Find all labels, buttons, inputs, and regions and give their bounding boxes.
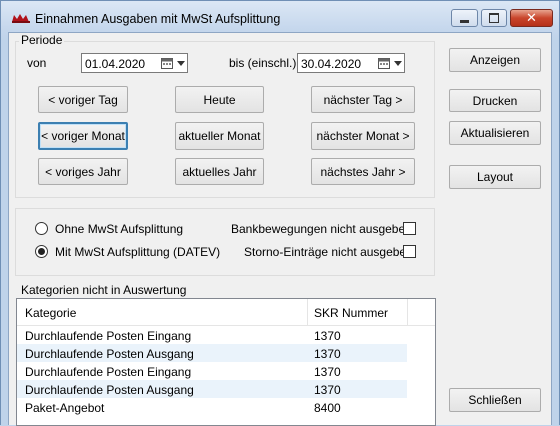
- column-separator: [407, 299, 408, 325]
- naechster-tag-button[interactable]: nächster Tag >: [311, 86, 415, 113]
- bis-date-picker[interactable]: 30.04.2020: [297, 53, 405, 73]
- dialog-client-area: Periode von 01.04.2020 bis (einschl.) 30…: [8, 32, 552, 426]
- kategorie-cell: Durchlaufende Posten Ausgang: [25, 383, 194, 397]
- app-window: Einnahmen Ausgaben mit MwSt Aufsplittung…: [0, 0, 560, 426]
- skr-nummer-cell: 1370: [314, 383, 341, 397]
- drucken-button[interactable]: Drucken: [449, 89, 541, 112]
- bankbewegungen-label[interactable]: Bankbewegungen nicht ausgeben: [231, 222, 412, 236]
- table-row[interactable]: Durchlaufende Posten Ausgang 1370: [17, 344, 407, 362]
- close-icon: ✕: [526, 10, 537, 25]
- kategorie-cell: Durchlaufende Posten Ausgang: [25, 347, 194, 361]
- column-header-kategorie[interactable]: Kategorie: [25, 306, 76, 320]
- ohne-mwst-radio[interactable]: [35, 222, 48, 235]
- calendar-icon: [161, 58, 173, 69]
- voriges-jahr-button[interactable]: < voriges Jahr: [38, 158, 128, 185]
- skr-nummer-cell: 1370: [314, 329, 341, 343]
- options-group: [15, 208, 435, 276]
- voriger-monat-button[interactable]: < voriger Monat: [38, 122, 128, 150]
- chevron-down-icon[interactable]: [177, 61, 185, 66]
- kategorie-cell: Paket-Angebot: [25, 401, 105, 415]
- voriger-tag-button[interactable]: < voriger Tag: [38, 86, 128, 113]
- skr-nummer-cell: 8400: [314, 401, 341, 415]
- mit-mwst-radio[interactable]: [35, 245, 48, 258]
- ohne-mwst-label[interactable]: Ohne MwSt Aufsplittung: [55, 222, 183, 236]
- maximize-button[interactable]: [481, 9, 507, 27]
- kategorien-list[interactable]: Kategorie SKR Nummer Durchlaufende Poste…: [16, 298, 436, 426]
- aktuelles-jahr-button[interactable]: aktuelles Jahr: [175, 158, 264, 185]
- table-row[interactable]: Durchlaufende Posten Eingang 1370: [17, 362, 407, 380]
- von-date-value: 01.04.2020: [85, 57, 146, 71]
- column-separator: [307, 299, 308, 325]
- aktueller-monat-button[interactable]: aktueller Monat: [175, 122, 264, 150]
- naechster-monat-button[interactable]: nächster Monat >: [311, 122, 415, 150]
- layout-button[interactable]: Layout: [449, 165, 541, 189]
- table-row[interactable]: Paket-Angebot 8400: [17, 398, 407, 416]
- minimize-icon: [460, 19, 469, 23]
- kategorie-cell: Durchlaufende Posten Eingang: [25, 329, 192, 343]
- table-row[interactable]: Durchlaufende Posten Ausgang 1370: [17, 380, 407, 398]
- periode-group-label: Periode: [19, 33, 65, 47]
- von-label: von: [27, 56, 47, 70]
- kategorien-group-label: Kategorien nicht in Auswertung: [19, 283, 189, 297]
- naechstes-jahr-button[interactable]: nächstes Jahr >: [311, 158, 415, 185]
- kategorie-cell: Durchlaufende Posten Eingang: [25, 365, 192, 379]
- title-bar[interactable]: Einnahmen Ausgaben mit MwSt Aufsplittung…: [1, 1, 559, 33]
- heute-button[interactable]: Heute: [175, 86, 264, 113]
- chevron-down-icon[interactable]: [394, 61, 402, 66]
- close-button[interactable]: ✕: [510, 9, 553, 27]
- schliessen-button[interactable]: Schließen: [449, 388, 541, 412]
- window-title: Einnahmen Ausgaben mit MwSt Aufsplittung: [35, 12, 281, 26]
- maximize-icon: [489, 13, 499, 23]
- skr-nummer-cell: 1370: [314, 347, 341, 361]
- aktualisieren-button[interactable]: Aktualisieren: [449, 121, 541, 145]
- skr-nummer-cell: 1370: [314, 365, 341, 379]
- calendar-icon: [378, 58, 390, 69]
- app-logo-icon: [12, 14, 30, 23]
- list-header: Kategorie SKR Nummer: [17, 299, 435, 326]
- mit-mwst-label[interactable]: Mit MwSt Aufsplittung (DATEV): [55, 245, 220, 259]
- storno-label[interactable]: Storno-Einträge nicht ausgeben: [244, 245, 413, 259]
- bis-date-value: 30.04.2020: [301, 57, 362, 71]
- table-row[interactable]: Durchlaufende Posten Eingang 1370: [17, 326, 407, 344]
- anzeigen-button[interactable]: Anzeigen: [449, 48, 541, 72]
- von-date-picker[interactable]: 01.04.2020: [81, 53, 188, 73]
- bis-label: bis (einschl.): [229, 56, 297, 70]
- column-header-skr-nummer[interactable]: SKR Nummer: [314, 306, 388, 320]
- storno-checkbox[interactable]: [403, 245, 416, 258]
- bankbewegungen-checkbox[interactable]: [403, 222, 416, 235]
- minimize-button[interactable]: [451, 9, 478, 27]
